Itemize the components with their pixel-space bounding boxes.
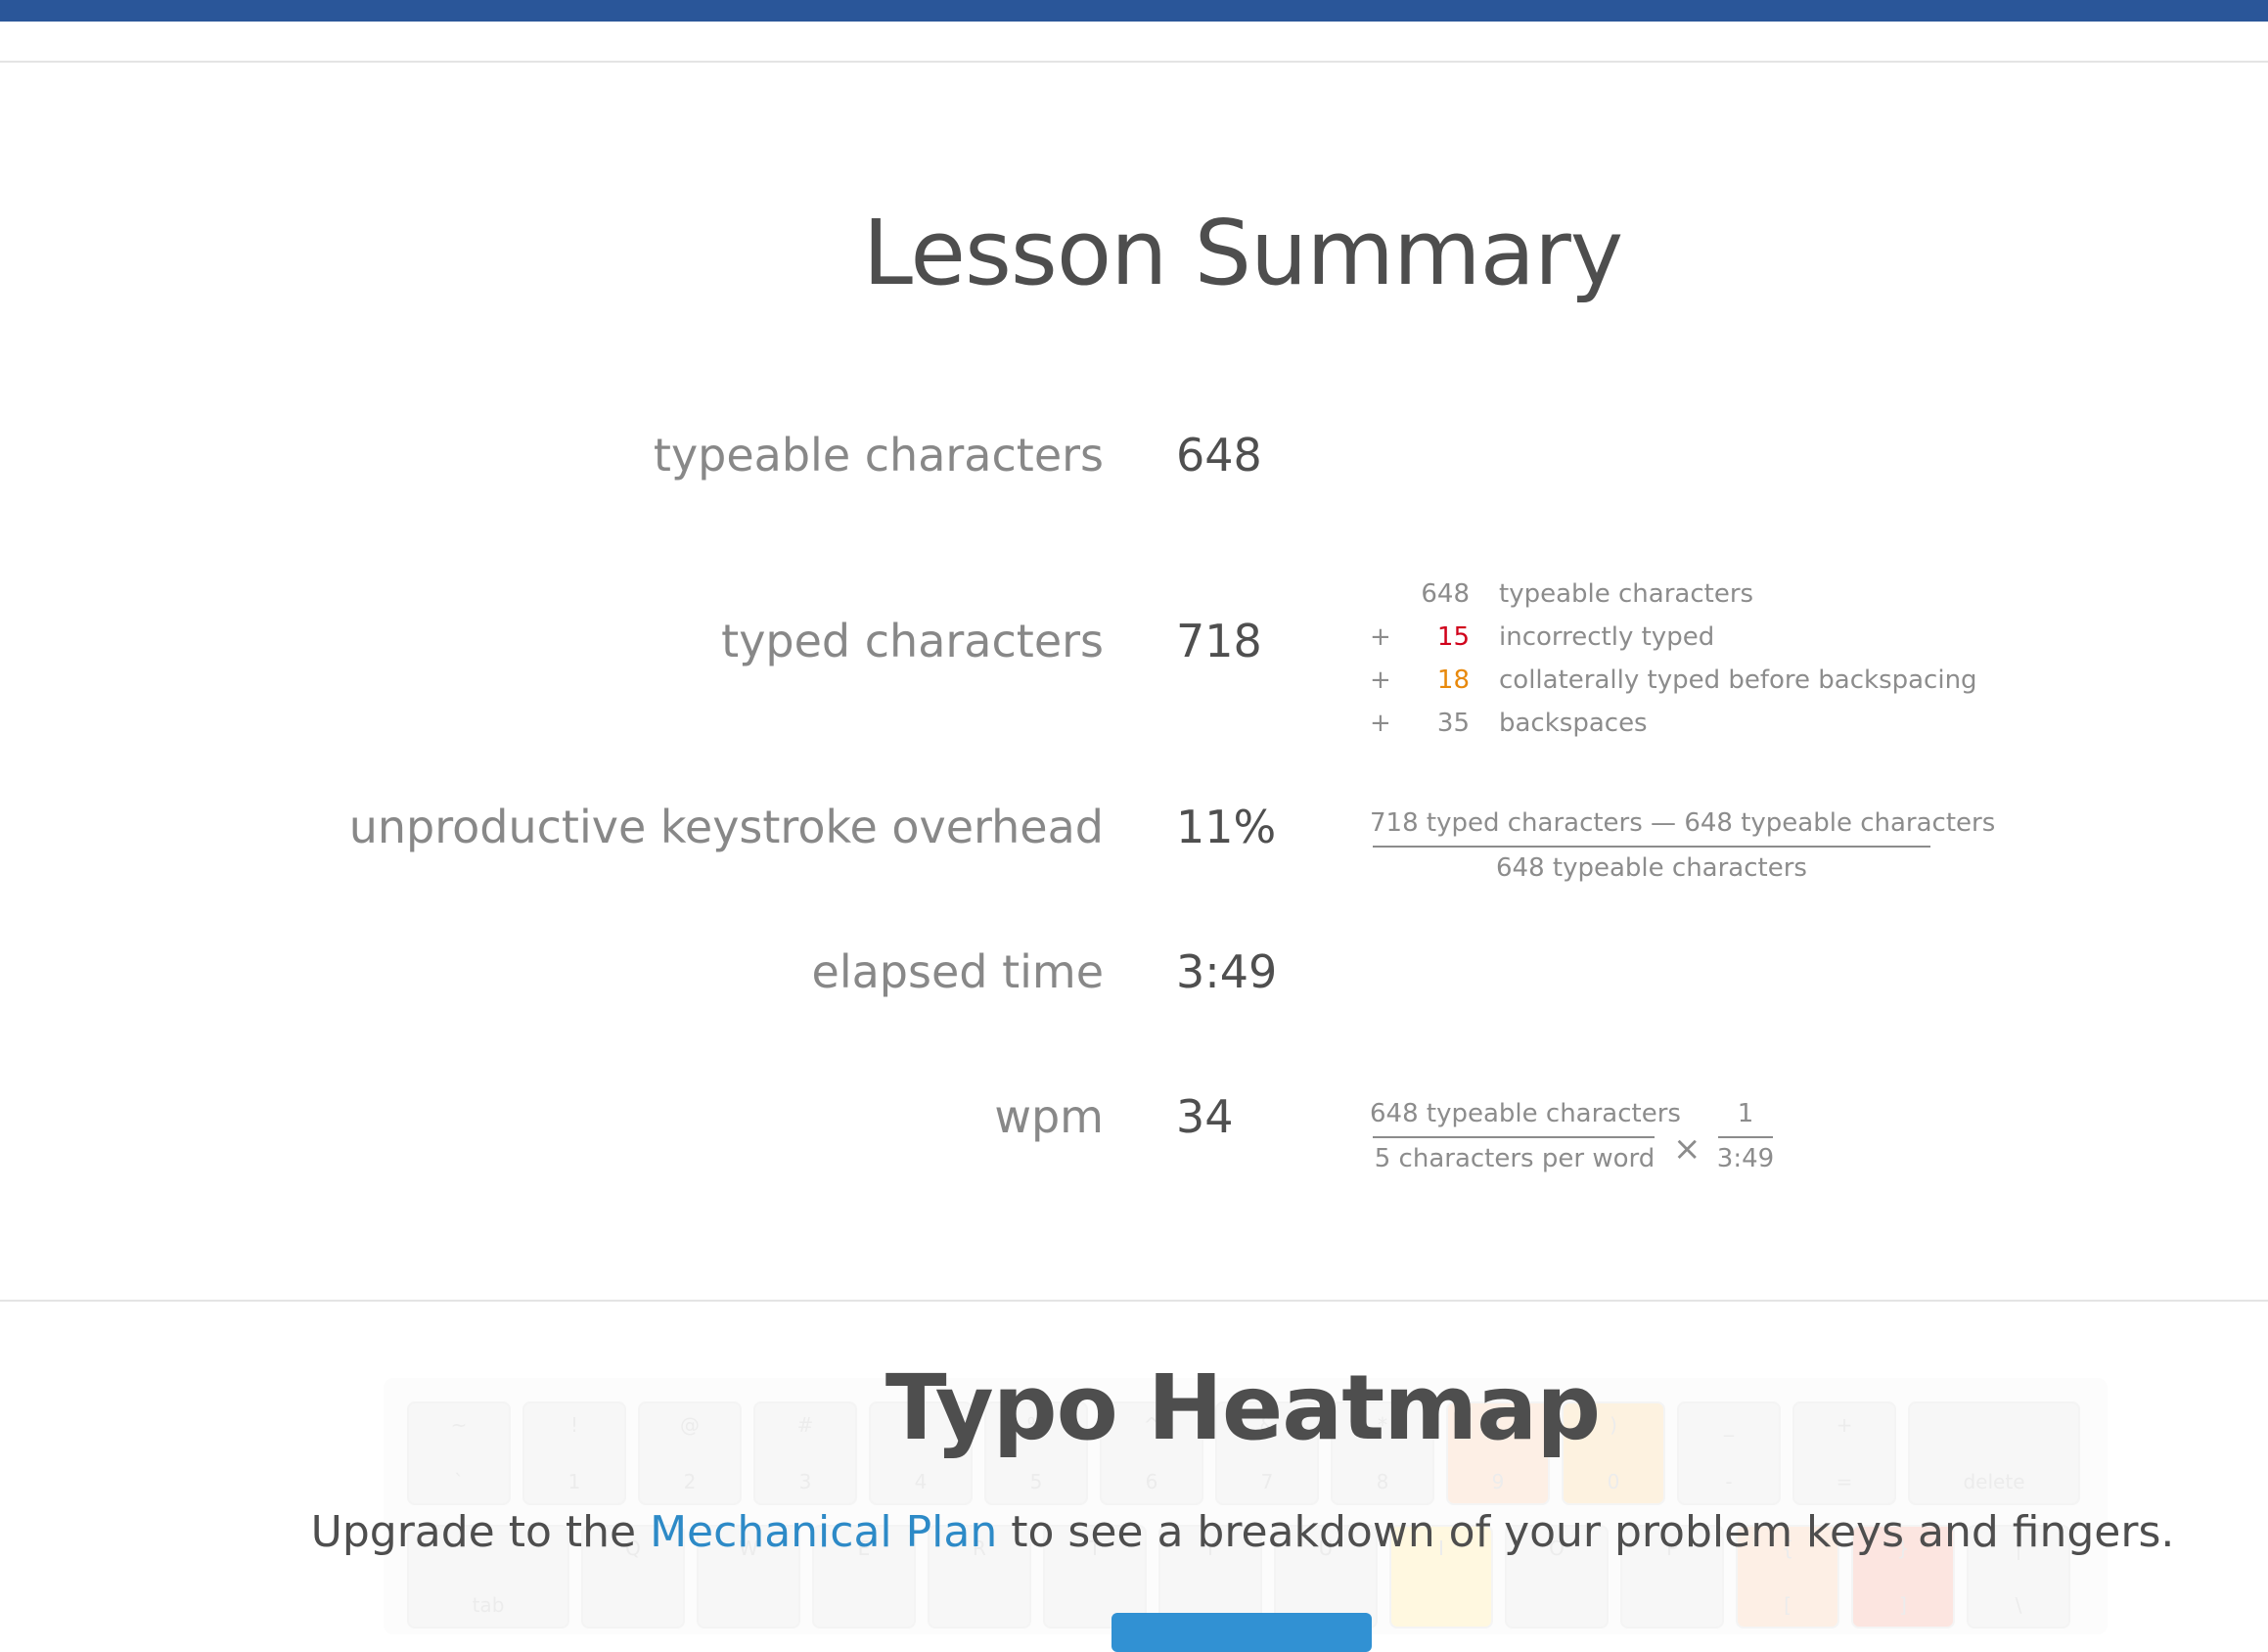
stat-label-overhead: unproductive keystroke overhead xyxy=(348,801,1104,853)
multiply-icon: × xyxy=(1673,1129,1701,1169)
breakdown-operator: + xyxy=(1370,709,1391,738)
fraction-bar xyxy=(1373,846,1930,848)
key-label: 0 xyxy=(1607,1470,1620,1493)
upgrade-message: Upgrade to the Mechanical Plan to see a … xyxy=(0,1507,2268,1557)
stat-label-typed: typed characters xyxy=(721,615,1104,667)
breakdown-number: 15 xyxy=(1436,622,1470,652)
mechanical-plan-link[interactable]: Mechanical Plan xyxy=(650,1507,997,1557)
stat-label-typeable: typeable characters xyxy=(653,429,1104,482)
wpm-numerator-2: 1 xyxy=(1737,1099,1754,1128)
key-label: 6 xyxy=(1145,1470,1158,1493)
breakdown-text: typeable characters xyxy=(1499,579,1754,609)
overhead-numerator: 718 typed characters — 648 typeable char… xyxy=(1370,808,1996,838)
stat-value-overhead: 11% xyxy=(1176,801,1277,853)
upgrade-button[interactable] xyxy=(1111,1613,1372,1652)
upgrade-suffix: to see a breakdown of your problem keys … xyxy=(997,1507,2175,1557)
page-title: Lesson Summary xyxy=(862,201,1624,305)
divider xyxy=(0,1300,2268,1302)
breakdown-number: 648 xyxy=(1421,579,1470,609)
top-nav-bar xyxy=(0,0,2268,22)
stat-value-elapsed: 3:49 xyxy=(1176,945,1278,998)
section-title: Typo Heatmap xyxy=(885,1355,1601,1460)
overhead-denominator: 648 typeable characters xyxy=(1496,853,1807,883)
key-label: 5 xyxy=(1029,1470,1043,1493)
breakdown-operator: + xyxy=(1370,665,1391,695)
key-label: 3 xyxy=(798,1470,812,1493)
stat-value-wpm: 34 xyxy=(1176,1090,1234,1143)
key-label: ] xyxy=(1899,1593,1907,1617)
wpm-denominator: 5 characters per word xyxy=(1374,1144,1656,1173)
stat-value-typed: 718 xyxy=(1176,615,1262,667)
key-label: [ xyxy=(1784,1593,1792,1617)
key-label: 9 xyxy=(1491,1470,1505,1493)
key-label: 2 xyxy=(683,1470,697,1493)
key-label: tab xyxy=(472,1593,505,1617)
key-label: 7 xyxy=(1260,1470,1274,1493)
divider xyxy=(0,61,2268,63)
fraction-bar xyxy=(1718,1136,1773,1138)
breakdown-number: 35 xyxy=(1436,709,1470,738)
upgrade-prefix: Upgrade to the xyxy=(310,1507,651,1557)
key-label: delete xyxy=(1963,1470,2025,1493)
key-label: = xyxy=(1836,1470,1853,1493)
key-label: 8 xyxy=(1376,1470,1389,1493)
wpm-numerator: 648 typeable characters xyxy=(1370,1099,1681,1128)
wpm-denominator-2: 3:49 xyxy=(1716,1144,1775,1173)
breakdown-number: 18 xyxy=(1436,665,1470,695)
breakdown-text: incorrectly typed xyxy=(1499,622,1715,652)
fraction-bar xyxy=(1373,1136,1655,1138)
stat-value-typeable: 648 xyxy=(1176,429,1262,482)
breakdown-text: collaterally typed before backspacing xyxy=(1499,665,1977,695)
stat-label-elapsed: elapsed time xyxy=(811,945,1104,998)
key-label: ` xyxy=(454,1470,464,1493)
breakdown-operator: + xyxy=(1370,622,1391,652)
key-label: \ xyxy=(2015,1593,2022,1617)
key-label: 1 xyxy=(567,1470,581,1493)
key-label: 4 xyxy=(914,1470,928,1493)
breakdown-text: backspaces xyxy=(1499,709,1648,738)
key-label: - xyxy=(1725,1470,1733,1493)
stat-label-wpm: wpm xyxy=(994,1090,1104,1143)
